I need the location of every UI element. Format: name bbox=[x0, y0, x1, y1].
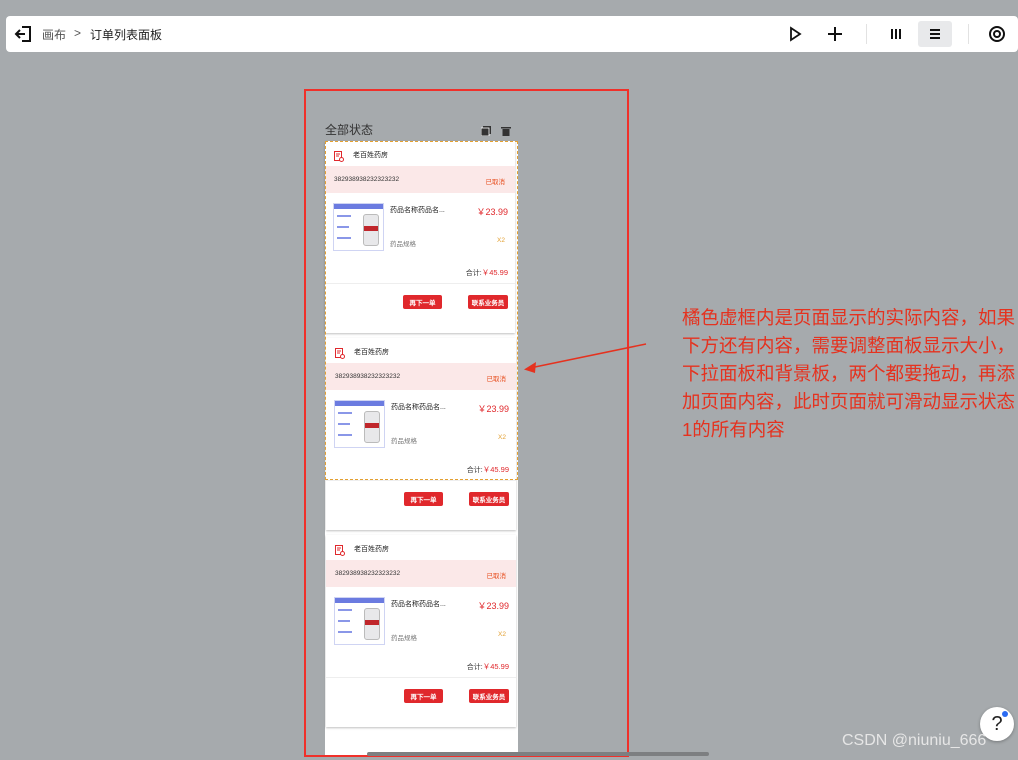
horizontal-scrollbar[interactable] bbox=[367, 752, 709, 756]
watermark: CSDN @niuniu_666 bbox=[842, 732, 987, 749]
target-icon[interactable] bbox=[984, 21, 1010, 47]
list-icon[interactable] bbox=[918, 21, 952, 47]
breadcrumb-separator: > bbox=[74, 26, 82, 40]
back-icon[interactable] bbox=[14, 24, 34, 44]
top-toolbar: 画布 > 订单列表面板 bbox=[6, 16, 1018, 52]
toolbar-divider bbox=[968, 24, 969, 44]
plus-icon[interactable] bbox=[822, 21, 848, 47]
breadcrumb-root[interactable]: 画布 bbox=[42, 26, 66, 43]
play-icon[interactable] bbox=[782, 21, 808, 47]
toolbar-divider bbox=[866, 24, 867, 44]
annotation-arrow bbox=[524, 343, 647, 373]
columns-icon[interactable] bbox=[883, 21, 909, 47]
breadcrumb-current: 订单列表面板 bbox=[90, 28, 163, 42]
highlight-frame bbox=[304, 89, 629, 757]
annotation-text: 橘色虚框内是页面显示的实际内容，如果下方还有内容，需要调整面板显示大小，下拉面板… bbox=[682, 307, 1016, 440]
notification-dot bbox=[1002, 711, 1008, 717]
help-icon: ? bbox=[991, 712, 1003, 735]
